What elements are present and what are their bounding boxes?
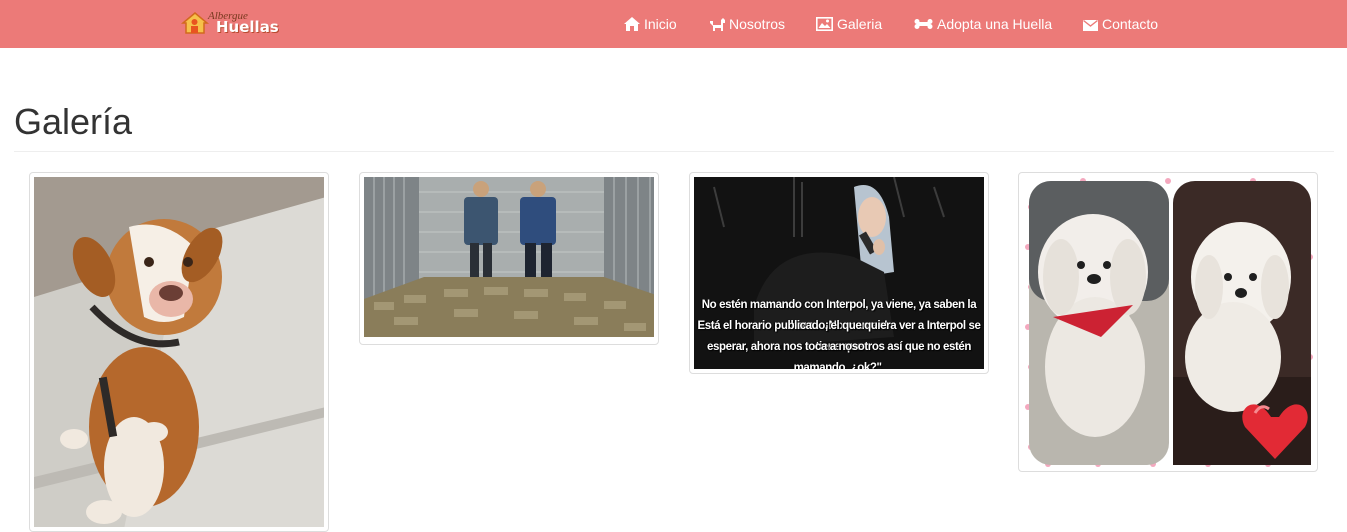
page-title: Galería xyxy=(14,101,133,142)
nav-nosotros-label: Nosotros xyxy=(729,16,786,32)
gallery-thumb-concert[interactable]: No estén mamando con Interpol, ya viene,… xyxy=(689,172,989,374)
dog-photo xyxy=(34,177,324,527)
dog-icon xyxy=(710,18,725,31)
money-photo xyxy=(364,177,654,340)
nav-contacto[interactable]: Contacto xyxy=(1083,15,1158,33)
concert-photo: No estén mamando con Interpol, ya viene,… xyxy=(694,177,984,369)
home-icon xyxy=(624,17,640,31)
nav-nosotros[interactable]: Nosotros xyxy=(709,15,785,33)
caption-line-3: esperar, ahora nos toca a nosotros así q… xyxy=(707,341,971,369)
brand-logo[interactable]: Albergue Huellas xyxy=(181,9,279,39)
nav-inicio-label: Inicio xyxy=(644,16,677,32)
nav-adopta[interactable]: Adopta una Huella xyxy=(914,15,1052,33)
gallery-thumb-dog[interactable] xyxy=(29,172,329,532)
nav-galeria-label: Galeria xyxy=(837,16,883,32)
navbar: Albergue Huellas Inicio Nosotros Galeria… xyxy=(0,0,1347,48)
image-icon xyxy=(816,17,833,31)
brand-line2: Huellas xyxy=(216,18,279,36)
nav-contacto-label: Contacto xyxy=(1102,16,1159,32)
gallery-thumb-money[interactable] xyxy=(359,172,659,345)
house-logo-icon xyxy=(181,12,210,34)
title-divider xyxy=(14,151,1334,152)
nav-adopta-label: Adopta una Huella xyxy=(937,16,1053,32)
nav-inicio[interactable]: Inicio xyxy=(624,15,677,33)
bone-icon xyxy=(914,19,933,29)
nav-galeria[interactable]: Galeria xyxy=(816,15,882,33)
gallery-thumb-poodles[interactable] xyxy=(1018,172,1318,472)
envelope-icon xyxy=(1083,19,1098,31)
poodles-photo xyxy=(1023,177,1313,467)
